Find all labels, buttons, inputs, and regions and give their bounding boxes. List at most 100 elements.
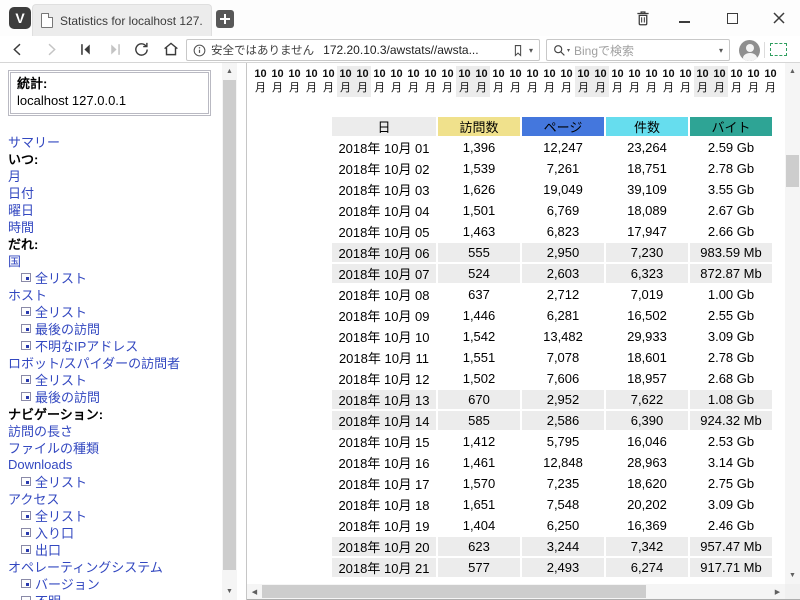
statistics-host-box: 統計: localhost 127.0.0.1 [8, 70, 211, 116]
day-axis-label: 10月 [422, 66, 439, 97]
maximize-button[interactable] [722, 8, 742, 28]
day-axis-label: 10月 [643, 66, 660, 97]
close-button[interactable] [769, 8, 789, 28]
trash-closed-tabs-button[interactable] [633, 8, 653, 28]
hits-cell: 7,622 [606, 390, 688, 409]
day-axis-label: 10月 [354, 66, 371, 97]
sidebar-item[interactable]: 訪問の長さ [8, 422, 220, 439]
scroll-down-icon[interactable]: ▼ [222, 584, 237, 599]
awstats-menu-frame: 統計: localhost 127.0.0.1 サマリーいつ:月日付曜日時間だれ… [0, 63, 246, 600]
bytes-cell: 2.75 Gb [690, 474, 772, 493]
scroll-left-icon[interactable]: ◀ [247, 584, 262, 599]
scroll-up-icon[interactable]: ▲ [785, 64, 800, 79]
bytes-cell: 924.32 Mb [690, 411, 772, 430]
sidebar-item[interactable]: Downloads [8, 456, 220, 473]
pages-cell: 2,952 [522, 390, 604, 409]
maximize-icon [727, 13, 738, 24]
table-row: 2018年 10月 206233,2447,342957.47 Mb [332, 537, 772, 556]
sidebar-item[interactable]: 全リスト [8, 269, 220, 286]
search-bar[interactable]: ▾ Bingで検索 ▾ [546, 39, 730, 61]
sidebar-item[interactable]: 入り口 [8, 524, 220, 541]
fast-forward-button[interactable] [104, 39, 126, 59]
content-vscrollbar[interactable]: ▲ ▼ [785, 63, 800, 584]
sidebar-item[interactable]: 全リスト [8, 303, 220, 320]
day-axis-label: 10月 [303, 66, 320, 97]
visits-cell: 555 [438, 243, 520, 262]
sidebar-item[interactable]: 全リスト [8, 371, 220, 388]
sidebar-scrollbar-thumb[interactable] [223, 80, 236, 570]
stats-table-body: 2018年 10月 011,39612,24723,2642.59 Gb2018… [332, 138, 772, 577]
sidebar-item[interactable]: 全リスト [8, 507, 220, 524]
hits-cell: 18,751 [606, 159, 688, 178]
bookmark-icon[interactable] [511, 43, 525, 58]
day-axis-label: 10月 [558, 66, 575, 97]
search-engine-caret-icon[interactable]: ▾ [567, 47, 570, 54]
table-row: 2018年 10月 111,5517,07818,6012.78 Gb [332, 348, 772, 367]
scroll-right-icon[interactable]: ▶ [770, 584, 785, 599]
table-row: 2018年 10月 051,4636,82317,9472.66 Gb [332, 222, 772, 241]
pages-cell: 7,235 [522, 474, 604, 493]
search-icon[interactable] [553, 44, 566, 57]
home-button[interactable] [160, 39, 182, 59]
close-icon [772, 11, 786, 25]
sidebar-item[interactable]: サマリー [8, 133, 220, 150]
sidebar-item[interactable]: 曜日 [8, 201, 220, 218]
tab-statistics[interactable]: Statistics for localhost 127.0 [32, 4, 212, 36]
sidebar-item[interactable]: 最後の訪問 [8, 320, 220, 337]
sidebar-item-label: 不明 [35, 591, 61, 600]
sidebar-item[interactable]: 日付 [8, 184, 220, 201]
address-dropdown-caret-icon[interactable]: ▾ [529, 46, 533, 55]
sidebar-item[interactable]: 不明 [8, 592, 220, 600]
forward-button[interactable] [40, 39, 62, 59]
sidebar-item[interactable]: 不明なIPアドレス [8, 337, 220, 354]
date-cell: 2018年 10月 02 [332, 159, 436, 178]
content-hscrollbar[interactable]: ◀ ▶ [247, 584, 785, 599]
sidebar-item[interactable]: アクセス [8, 490, 220, 507]
bytes-cell: 2.78 Gb [690, 348, 772, 367]
sidebar-item[interactable]: 全リスト [8, 473, 220, 490]
scroll-down-icon[interactable]: ▼ [785, 568, 800, 583]
profile-avatar[interactable] [739, 40, 760, 61]
date-cell: 2018年 10月 08 [332, 285, 436, 304]
pages-cell: 7,078 [522, 348, 604, 367]
search-dropdown-caret-icon[interactable]: ▾ [719, 46, 723, 55]
day-axis-label: 10月 [388, 66, 405, 97]
sidebar-item[interactable]: 最後の訪問 [8, 388, 220, 405]
sidebar-item-label: 国 [8, 251, 21, 270]
sidebar-item[interactable]: ロボット/スパイダーの訪問者 [8, 354, 220, 371]
day-axis-label: 10月 [575, 66, 592, 97]
sidebar-item[interactable]: オペレーティングシステム [8, 558, 220, 575]
minimize-button[interactable] [674, 8, 694, 28]
sidebar-item[interactable]: 月 [8, 167, 220, 184]
pages-cell: 19,049 [522, 180, 604, 199]
vivaldi-menu-icon[interactable]: V [9, 7, 31, 29]
day-axis-label: 10月 [626, 66, 643, 97]
day-axis-label: 10月 [541, 66, 558, 97]
sidebar-item[interactable]: 国 [8, 252, 220, 269]
sidebar-item[interactable]: ホスト [8, 286, 220, 303]
reload-button[interactable] [130, 39, 152, 59]
toolbar-divider [764, 42, 765, 58]
scroll-up-icon[interactable]: ▲ [222, 64, 237, 79]
list-bullet-icon [21, 579, 31, 588]
capture-page-button[interactable] [770, 43, 787, 56]
scrollbar-corner [785, 584, 800, 599]
sidebar-item[interactable]: 出口 [8, 541, 220, 558]
content-vscrollbar-thumb[interactable] [786, 155, 799, 187]
day-axis-label: 10月 [711, 66, 728, 97]
hits-cell: 18,957 [606, 369, 688, 388]
back-button[interactable] [6, 39, 28, 59]
visits-cell: 1,404 [438, 516, 520, 535]
sidebar-scrollbar[interactable]: ▲ ▼ [222, 63, 237, 600]
table-row: 2018年 10月 121,5027,60618,9572.68 Gb [332, 369, 772, 388]
date-cell: 2018年 10月 15 [332, 432, 436, 451]
new-tab-button[interactable] [216, 10, 234, 28]
sidebar-item[interactable]: バージョン [8, 575, 220, 592]
rewind-button[interactable] [74, 39, 96, 59]
address-bar[interactable]: 安全ではありません 172.20.10.3/awstats//awsta... … [186, 39, 540, 61]
sidebar-item[interactable]: 時間 [8, 218, 220, 235]
table-row: 2018年 10月 021,5397,26118,7512.78 Gb [332, 159, 772, 178]
date-cell: 2018年 10月 12 [332, 369, 436, 388]
content-hscrollbar-thumb[interactable] [262, 585, 646, 598]
sidebar-item[interactable]: ファイルの種類 [8, 439, 220, 456]
